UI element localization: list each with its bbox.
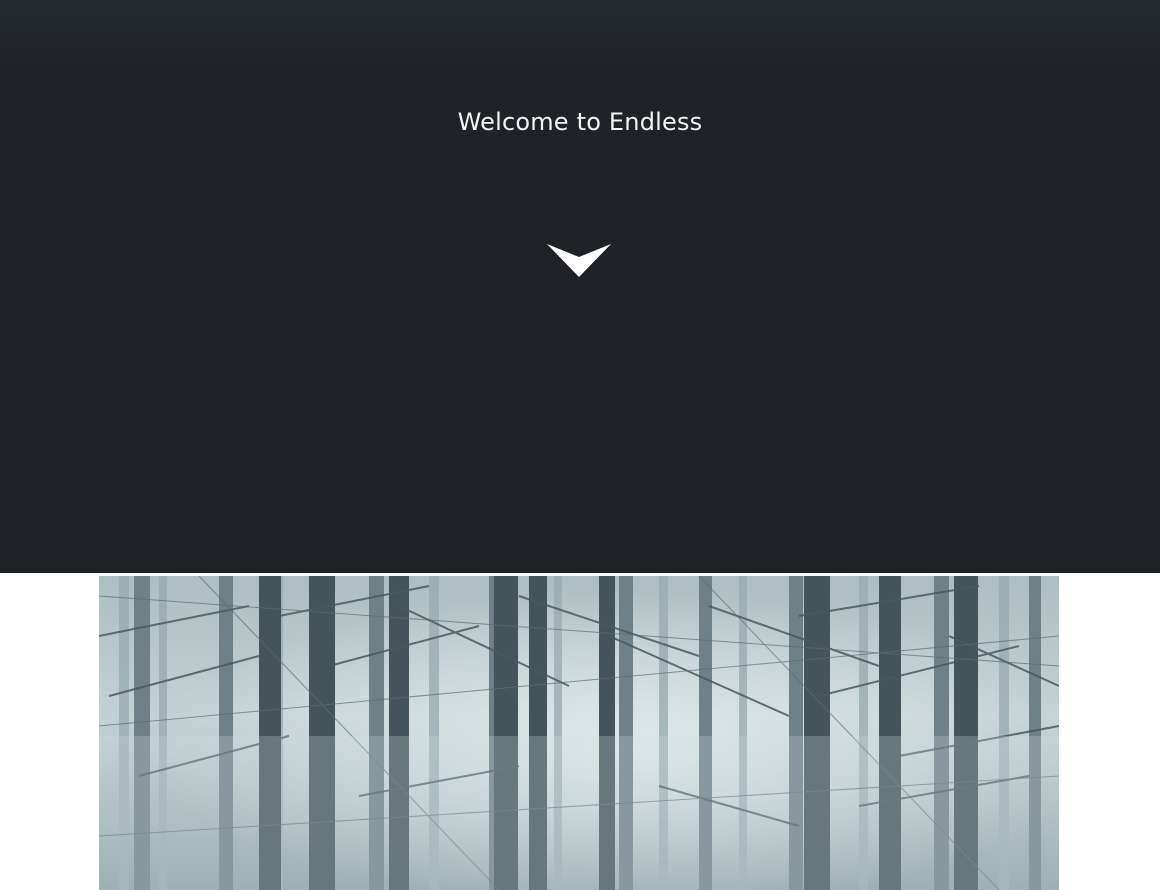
page-title: Welcome to Endless	[457, 108, 703, 136]
misty-forest-image	[99, 576, 1059, 890]
forest-photo	[99, 576, 1059, 890]
hero-section: Welcome to Endless	[0, 0, 1160, 573]
chevron-down-icon[interactable]	[546, 242, 612, 278]
